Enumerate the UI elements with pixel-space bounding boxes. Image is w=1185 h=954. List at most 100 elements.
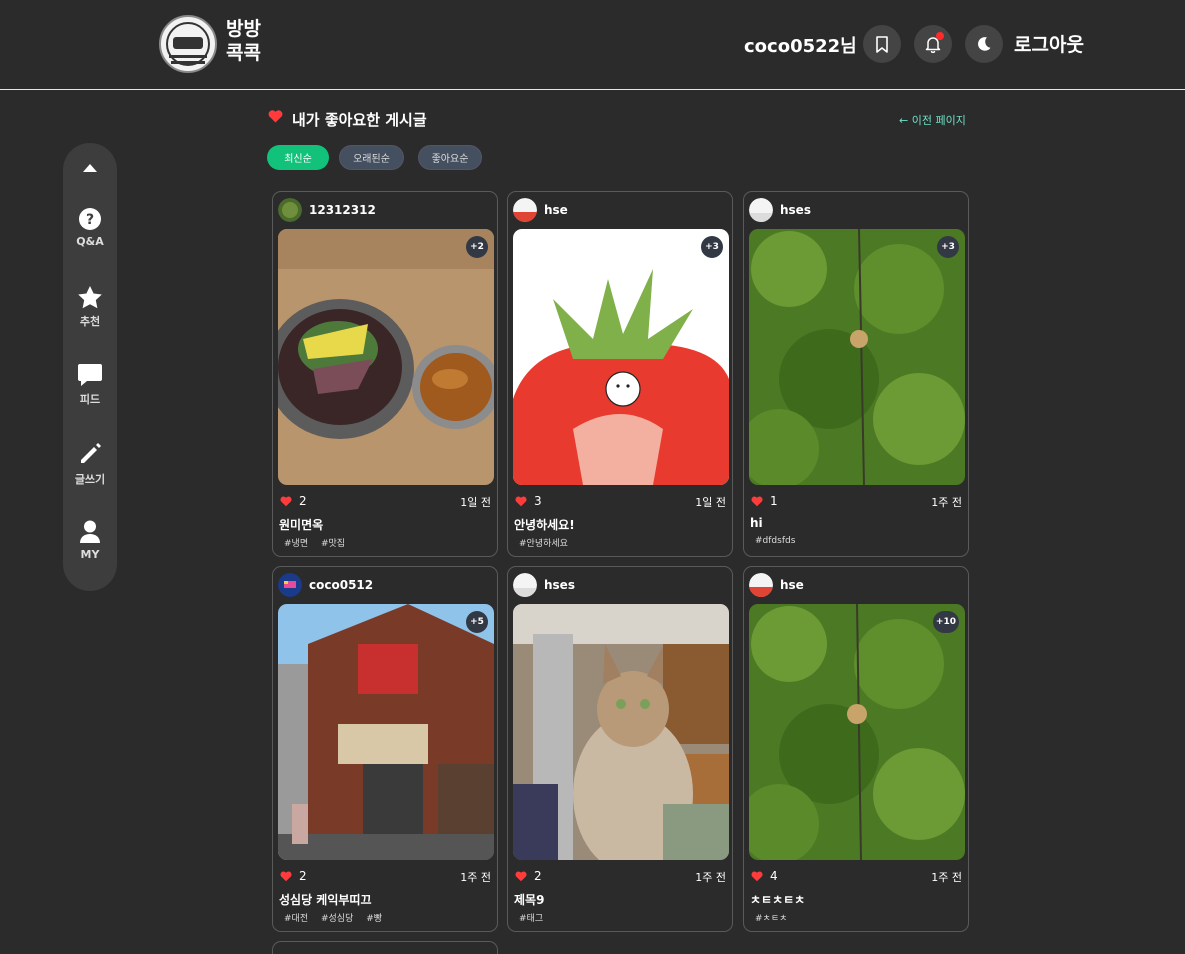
post-title[interactable]: 안녕하세요! <box>514 516 575 533</box>
avatar <box>749 573 773 597</box>
post-card[interactable] <box>272 941 498 954</box>
like-count[interactable]: 2 <box>280 869 307 883</box>
image-count-badge: +3 <box>701 236 723 258</box>
post-time: 1일 전 <box>460 496 491 509</box>
sidebar-item-recommend[interactable]: 추천 <box>63 285 117 329</box>
post-image[interactable]: +10 <box>749 604 965 860</box>
scroll-top-button[interactable] <box>63 163 117 177</box>
post-card[interactable]: coco0512 +5 2 1주 전 성심당 케익부띠끄 #대전 #성심당 #빵 <box>272 566 498 932</box>
author-name[interactable]: coco0512 <box>309 578 373 592</box>
logout-button[interactable]: 로그아웃 <box>1014 30 1084 57</box>
pencil-icon <box>81 443 101 463</box>
moon-icon <box>978 37 991 51</box>
post-card[interactable]: hse +3 3 1일 전 안녕하세요! #안녕하세요 <box>507 191 733 557</box>
sidebar-item-label: 추천 <box>79 315 101 328</box>
post-time: 1일 전 <box>695 496 726 509</box>
like-count-value: 2 <box>299 494 307 508</box>
bookmark-icon <box>876 35 888 53</box>
sidebar-item-feed[interactable]: 피드 <box>63 363 117 407</box>
like-count[interactable]: 3 <box>515 494 542 508</box>
brand-line-2: 콕콕 <box>226 42 261 64</box>
post-image[interactable] <box>513 604 729 860</box>
sidebar-item-my[interactable]: MY <box>63 520 117 561</box>
tag[interactable]: #태그 <box>519 914 543 924</box>
like-count-value: 1 <box>770 494 778 508</box>
svg-text:?: ? <box>86 212 94 228</box>
dark-mode-toggle[interactable] <box>965 25 1003 63</box>
tag-list: #dfdsfds <box>755 536 805 546</box>
brand-name[interactable]: 방방 콕콕 <box>226 17 261 65</box>
heart-icon <box>268 110 283 123</box>
tag-list: #안녕하세요 <box>519 536 578 549</box>
top-header: 방방 콕콕 coco0522님 로그아웃 <box>0 0 1185 90</box>
sidebar: ? Q&A 추천 피드 글쓰기 MY <box>63 143 117 591</box>
avatar <box>513 198 537 222</box>
star-icon <box>78 286 102 309</box>
post-image[interactable]: +2 <box>278 229 494 485</box>
avatar <box>513 573 537 597</box>
author-name[interactable]: hses <box>780 203 811 217</box>
image-count-badge: +3 <box>937 236 959 258</box>
tag[interactable]: #성심당 <box>321 914 353 924</box>
like-count-value: 3 <box>534 494 542 508</box>
post-card[interactable]: hses 2 1주 전 제목9 #태그 <box>507 566 733 932</box>
post-card[interactable]: 12312312 +2 2 1일 전 원미면옥 #냉면 #맛집 <box>272 191 498 557</box>
post-card[interactable]: hse +10 4 1주 전 ㅊㅌㅊㅌㅊ #ㅊㅌㅊ <box>743 566 969 932</box>
back-link[interactable]: ← 이전 페이지 <box>899 112 966 128</box>
sidebar-item-label: 피드 <box>79 393 101 406</box>
post-title[interactable]: 성심당 케익부띠끄 <box>279 891 372 908</box>
heart-icon <box>280 496 292 506</box>
sidebar-item-label: MY <box>80 548 100 561</box>
heart-icon <box>280 871 292 881</box>
post-time: 1주 전 <box>695 871 726 884</box>
username: coco0522님 <box>744 36 857 57</box>
notification-button[interactable] <box>914 25 952 63</box>
sort-newest-button[interactable]: 최신순 <box>267 145 329 170</box>
heart-icon <box>751 871 763 881</box>
author-name[interactable]: hse <box>544 203 568 217</box>
like-count[interactable]: 2 <box>280 494 307 508</box>
chat-bubble-icon <box>78 364 102 386</box>
tag[interactable]: #dfdsfds <box>755 536 795 546</box>
tag[interactable]: #빵 <box>366 914 382 924</box>
post-image[interactable]: +5 <box>278 604 494 860</box>
tag[interactable]: #대전 <box>284 914 308 924</box>
author-name[interactable]: hses <box>544 578 575 592</box>
post-title[interactable]: hi <box>750 516 763 530</box>
sidebar-item-label: Q&A <box>76 235 104 248</box>
post-title[interactable]: ㅊㅌㅊㅌㅊ <box>750 891 805 908</box>
image-count-badge: +2 <box>466 236 488 258</box>
post-title[interactable]: 제목9 <box>514 891 544 908</box>
notification-dot <box>936 32 944 40</box>
like-count-value: 4 <box>770 869 778 883</box>
sort-oldest-button[interactable]: 오래된순 <box>339 145 404 170</box>
avatar <box>278 198 302 222</box>
like-count-value: 2 <box>299 869 307 883</box>
sidebar-item-label: 글쓰기 <box>74 473 106 486</box>
post-time: 1주 전 <box>931 871 962 884</box>
like-count[interactable]: 1 <box>751 494 778 508</box>
logo[interactable] <box>159 15 217 73</box>
user-icon <box>80 520 100 543</box>
page-title: 내가 좋아요한 게시글 <box>292 111 427 129</box>
tag[interactable]: #맛집 <box>321 539 345 549</box>
author-name[interactable]: 12312312 <box>309 203 376 217</box>
post-image[interactable]: +3 <box>513 229 729 485</box>
sort-likes-button[interactable]: 좋아요순 <box>418 145 482 170</box>
tag[interactable]: #냉면 <box>284 539 308 549</box>
tag[interactable]: #안녕하세요 <box>519 539 568 549</box>
like-count[interactable]: 4 <box>751 869 778 883</box>
author-name[interactable]: hse <box>780 578 804 592</box>
post-time: 1주 전 <box>931 496 962 509</box>
tag[interactable]: #ㅊㅌㅊ <box>755 914 787 924</box>
like-count[interactable]: 2 <box>515 869 542 883</box>
sidebar-item-write[interactable]: 글쓰기 <box>63 441 117 487</box>
tag-list: #ㅊㅌㅊ <box>755 911 797 924</box>
post-image[interactable]: +3 <box>749 229 965 485</box>
post-card[interactable]: hses +3 1 1주 전 hi #dfdsfds <box>743 191 969 557</box>
post-time: 1주 전 <box>460 871 491 884</box>
bookmark-button[interactable] <box>863 25 901 63</box>
sidebar-item-qna[interactable]: ? Q&A <box>63 207 117 248</box>
caret-up-icon <box>83 164 97 172</box>
post-title[interactable]: 원미면옥 <box>279 516 323 533</box>
